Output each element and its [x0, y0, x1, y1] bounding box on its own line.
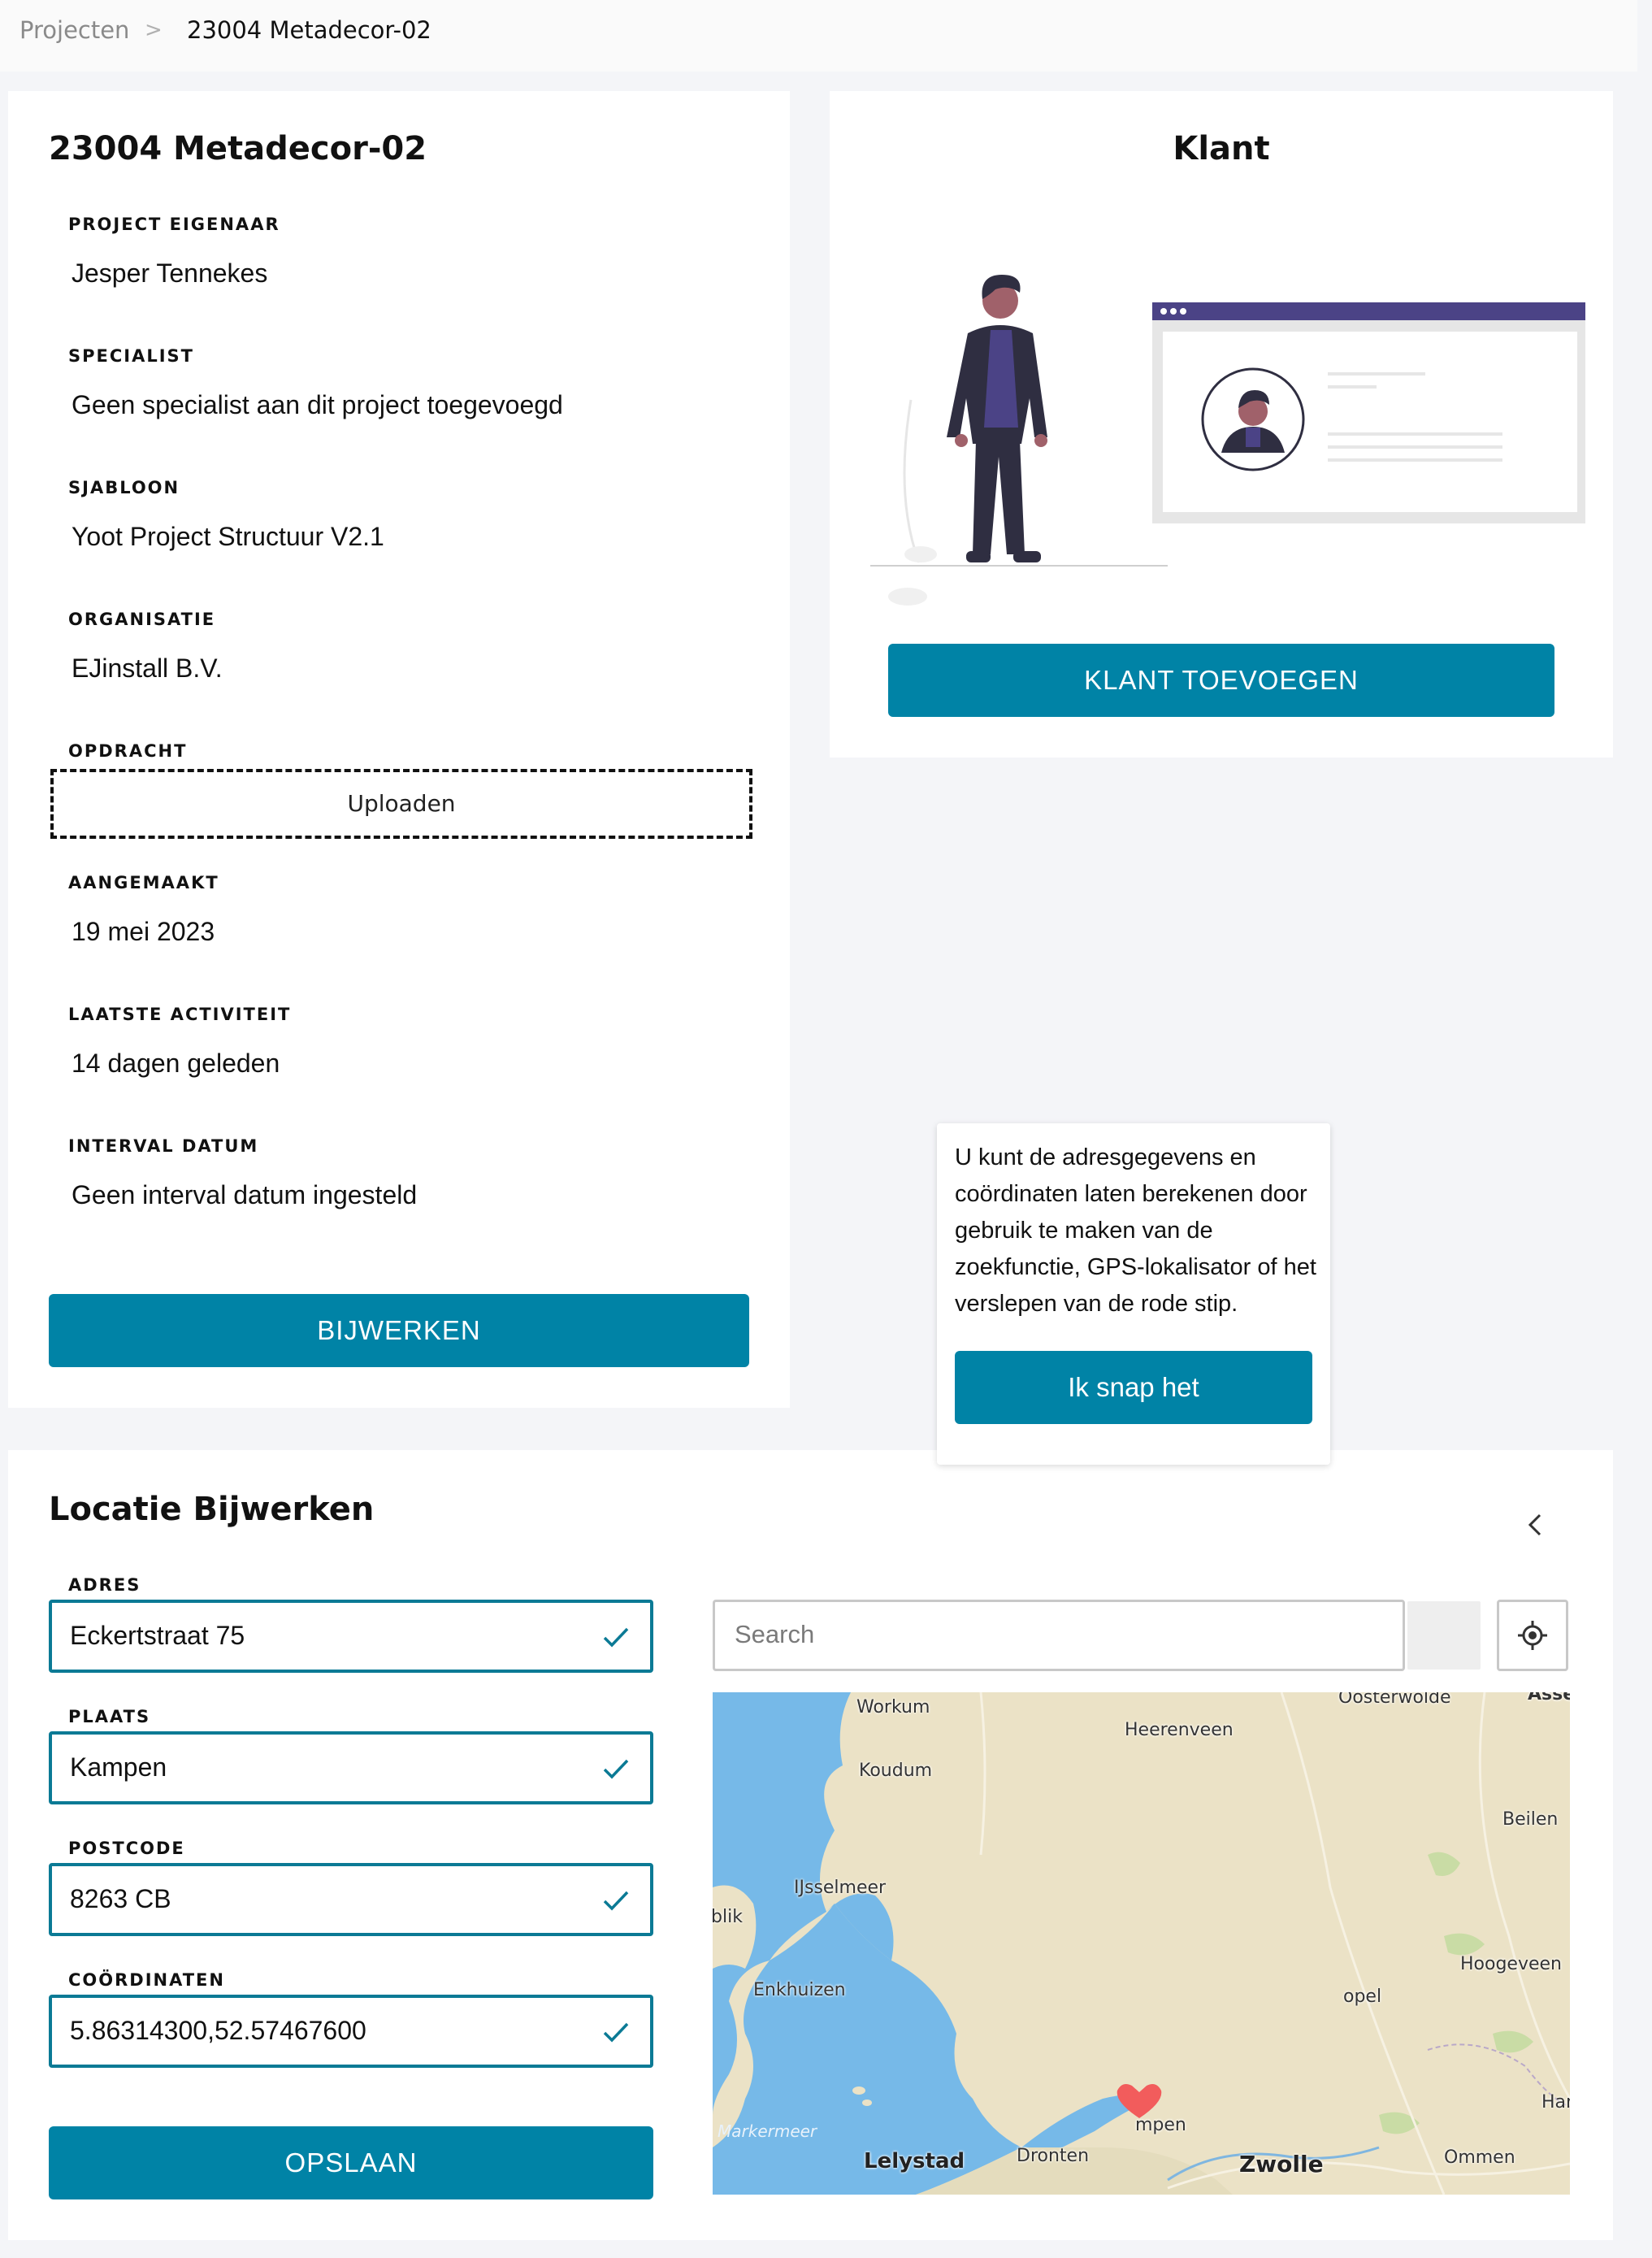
- project-owner-label: PROJECT EIGENAAR: [68, 215, 280, 234]
- save-button[interactable]: OPSLAAN: [49, 2126, 653, 2199]
- city-label: PLAATS: [68, 1707, 151, 1726]
- project-title: 23004 Metadecor-02: [49, 130, 427, 167]
- location-title: Locatie Bijwerken: [49, 1491, 375, 1528]
- map-label-enkhuizen: Enkhuizen: [753, 1980, 846, 2000]
- last-activity-label: LAATSTE ACTIVITEIT: [68, 1005, 292, 1024]
- map-label-markermeer: Markermeer: [718, 2121, 817, 2141]
- text-line: [1328, 458, 1502, 462]
- person-hand: [1034, 434, 1047, 447]
- map-label-koudum: Koudum: [859, 1761, 933, 1781]
- city-input[interactable]: Kampen: [49, 1731, 653, 1804]
- search-placeholder: Search: [735, 1620, 815, 1648]
- browser-dot: [1180, 308, 1186, 315]
- map-label-lelystad: Lelystad: [864, 2149, 965, 2173]
- specialist-label: SPECIALIST: [68, 346, 194, 366]
- map-label-har: Har: [1541, 2092, 1570, 2113]
- city-value: Kampen: [70, 1752, 167, 1782]
- address-label: ADRES: [68, 1575, 141, 1595]
- map-label-workum: Workum: [856, 1697, 930, 1717]
- template-label: SJABLOON: [68, 478, 180, 497]
- coordinates-value: 5.86314300,52.57467600: [70, 2016, 366, 2045]
- template-value: Yoot Project Structuur V2.1: [72, 522, 384, 551]
- person-shoe: [966, 551, 991, 562]
- text-line: [1328, 372, 1425, 376]
- map-search-button[interactable]: [1407, 1601, 1481, 1670]
- project-owner-value: Jesper Tennekes: [72, 258, 268, 288]
- check-icon: [603, 1627, 629, 1648]
- profile-shirt: [1246, 428, 1260, 447]
- map-island: [852, 2086, 865, 2095]
- map-label-hoogeveen: Hoogeveen: [1460, 1954, 1562, 1974]
- postcode-label: POSTCODE: [68, 1839, 185, 1858]
- upload-label: Uploaden: [347, 790, 456, 817]
- browser-window-bar: [1152, 302, 1585, 320]
- map-label-ommen: Ommen: [1444, 2147, 1515, 2168]
- gps-locate-button[interactable]: [1497, 1600, 1568, 1671]
- map-label-zwolle: Zwolle: [1239, 2151, 1324, 2178]
- postcode-input[interactable]: 8263 CB: [49, 1863, 653, 1936]
- address-value: Eckertstraat 75: [70, 1621, 245, 1650]
- map-label-oosterwolde: Oosterwolde: [1338, 1692, 1451, 1708]
- check-icon: [603, 2022, 629, 2043]
- created-value: 19 mei 2023: [72, 917, 215, 946]
- map-label-heerenveen: Heerenveen: [1125, 1720, 1234, 1740]
- interval-date-label: INTERVAL DATUM: [68, 1136, 259, 1156]
- add-client-button[interactable]: KLANT TOEVOEGEN: [888, 644, 1554, 717]
- map-label-opel: opel: [1343, 1987, 1382, 2007]
- last-activity-value: 14 dagen geleden: [72, 1049, 280, 1078]
- chevron-right-icon: >: [145, 18, 163, 42]
- update-button[interactable]: BIJWERKEN: [49, 1294, 749, 1367]
- client-card: Klant KLANT TOEVOEGEN: [830, 91, 1613, 758]
- check-icon: [603, 1891, 629, 1911]
- plant-leaf: [904, 546, 937, 562]
- text-line: [1328, 445, 1502, 449]
- postcode-value: 8263 CB: [70, 1884, 171, 1913]
- organisation-value: EJinstall B.V.: [72, 654, 223, 683]
- map-label-assen: Asse: [1528, 1692, 1570, 1704]
- person-hand: [955, 434, 968, 447]
- upload-dropzone[interactable]: Uploaden: [50, 769, 752, 839]
- person-legs: [973, 441, 1025, 554]
- text-line: [1328, 385, 1377, 389]
- client-title: Klant: [1173, 130, 1270, 167]
- map-marker-icon[interactable]: [1111, 2078, 1168, 2126]
- breadcrumb-projecten-link[interactable]: Projecten: [20, 16, 129, 44]
- plant-leaf: [888, 588, 927, 606]
- tooltip-dismiss-button[interactable]: Ik snap het: [955, 1351, 1312, 1424]
- location-map[interactable]: Workum Heerenveen Oosterwolde Asse Koudu…: [713, 1692, 1570, 2195]
- organisation-label: ORGANISATIE: [68, 610, 216, 629]
- chevron-left-icon[interactable]: [1520, 1509, 1552, 1541]
- browser-dot: [1160, 308, 1167, 315]
- coordinates-input[interactable]: 5.86314300,52.57467600: [49, 1995, 653, 2068]
- assignment-label: OPDRACHT: [60, 741, 196, 761]
- address-input[interactable]: Eckertstraat 75: [49, 1600, 653, 1673]
- text-line: [1328, 432, 1502, 436]
- map-label-beilen: Beilen: [1502, 1809, 1559, 1830]
- tooltip-text: U kunt de adresgegevens en coördinaten l…: [955, 1144, 1316, 1317]
- map-help-tooltip: U kunt de adresgegevens en coördinaten l…: [937, 1123, 1330, 1465]
- client-illustration: [870, 275, 1585, 606]
- specialist-value: Geen specialist aan dit project toegevoe…: [72, 390, 563, 419]
- map-island: [862, 2100, 872, 2106]
- map-label-ijsselmeer: IJsselmeer: [794, 1878, 887, 1898]
- plant-stem: [903, 399, 921, 563]
- check-icon: [603, 1759, 629, 1779]
- map-label-blik: blik: [713, 1907, 743, 1927]
- map-label-dronten: Dronten: [1017, 2146, 1090, 2166]
- crosshair-icon: [1518, 1621, 1547, 1650]
- breadcrumb: Projecten > 23004 Metadecor-02: [0, 0, 1637, 72]
- project-details-card: 23004 Metadecor-02 PROJECT EIGENAAR Jesp…: [8, 91, 790, 1408]
- coordinates-label: COÖRDINATEN: [68, 1970, 225, 1990]
- interval-date-value: Geen interval datum ingesteld: [72, 1180, 418, 1209]
- created-label: AANGEMAAKT: [68, 873, 219, 892]
- location-card: Locatie Bijwerken ADRES Eckertstraat 75 …: [8, 1450, 1613, 2240]
- person-figure: [947, 275, 1047, 562]
- browser-dot: [1170, 308, 1177, 315]
- person-shoe: [1013, 551, 1041, 562]
- breadcrumb-current: 23004 Metadecor-02: [187, 16, 431, 44]
- map-search-input[interactable]: Search: [713, 1600, 1405, 1671]
